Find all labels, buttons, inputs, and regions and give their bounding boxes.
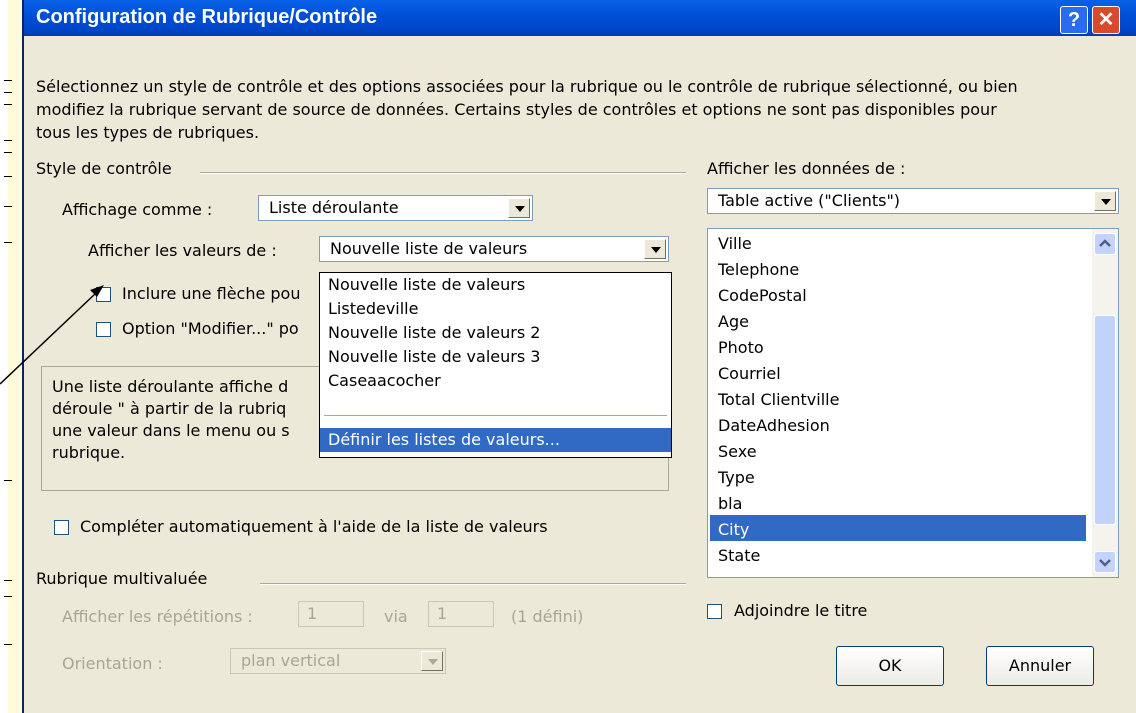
- field-list[interactable]: Ville Telephone CodePostal Age Photo Cou…: [707, 228, 1119, 578]
- define-value-lists-item[interactable]: Définir les listes de valeurs...: [328, 430, 560, 449]
- description-line-2: déroule " à partir de la rubriq: [52, 399, 287, 418]
- dropdown-item[interactable]: Nouvelle liste de valeurs 2: [328, 323, 540, 342]
- dropdown-item[interactable]: Listedeville: [328, 299, 418, 318]
- chevron-down-icon[interactable]: [508, 198, 530, 218]
- dropdown-item[interactable]: Caseaacocher: [328, 371, 441, 390]
- include-arrow-label: Inclure une flèche pou: [122, 284, 301, 303]
- dialog-window: Configuration de Rubrique/Contrôle ? ✕ S…: [22, 0, 1136, 713]
- chevron-down-icon: [421, 651, 443, 671]
- description-line-4: rubrique.: [52, 443, 126, 462]
- ruler-strip: [8, 0, 22, 713]
- repetitions-label: Afficher les répétitions :: [62, 607, 253, 626]
- list-item[interactable]: DateAdhesion: [718, 416, 830, 435]
- list-item[interactable]: Total Clientville: [718, 390, 839, 409]
- list-item[interactable]: Age: [718, 312, 749, 331]
- list-item[interactable]: CodePostal: [718, 286, 807, 305]
- multivalue-group-label: Rubrique multivaluée: [36, 569, 208, 588]
- field-selection-highlight: [710, 515, 1086, 541]
- list-item[interactable]: Courriel: [718, 364, 781, 383]
- defined-note: (1 défini): [511, 607, 584, 626]
- display-as-label: Affichage comme :: [62, 200, 213, 219]
- intro-line-3: tous les types de rubriques.: [36, 123, 260, 142]
- via-label: via: [384, 607, 408, 626]
- ok-button[interactable]: OK: [836, 646, 944, 686]
- list-item[interactable]: Telephone: [718, 260, 799, 279]
- orientation-select: plan vertical: [230, 648, 446, 674]
- title-bar[interactable]: Configuration de Rubrique/Contrôle ? ✕: [24, 0, 1136, 36]
- help-button[interactable]: ?: [1060, 6, 1088, 34]
- dropdown-item[interactable]: Nouvelle liste de valeurs: [328, 275, 525, 294]
- add-title-checkbox[interactable]: [707, 604, 722, 619]
- value-list-dropdown[interactable]: Nouvelle liste de valeurs Listedeville N…: [319, 272, 672, 458]
- description-line-3: une valeur dans le menu ou s: [52, 421, 290, 440]
- modify-option-checkbox[interactable]: [96, 322, 111, 337]
- modify-option-label: Option "Modifier..." po: [122, 319, 299, 338]
- list-item[interactable]: Photo: [718, 338, 764, 357]
- field-list-scrollbar[interactable]: [1092, 229, 1118, 577]
- scroll-down-icon[interactable]: [1094, 551, 1116, 573]
- dropdown-item[interactable]: Nouvelle liste de valeurs 3: [328, 347, 540, 366]
- orientation-value: plan vertical: [241, 651, 341, 670]
- list-item[interactable]: Sexe: [718, 442, 757, 461]
- add-title-label: Adjoindre le titre: [734, 601, 868, 620]
- scroll-up-icon[interactable]: [1094, 233, 1116, 255]
- intro-line-1: Sélectionnez un style de contrôle et des…: [36, 77, 1018, 96]
- display-as-value: Liste déroulante: [269, 198, 399, 217]
- display-as-select[interactable]: Liste déroulante: [258, 195, 533, 221]
- repetitions-from-value: 1: [307, 604, 318, 623]
- list-item[interactable]: bla: [718, 494, 742, 513]
- data-source-label: Afficher les données de :: [707, 159, 906, 178]
- close-button[interactable]: ✕: [1092, 6, 1120, 34]
- repetitions-from-field: 1: [298, 601, 364, 627]
- multivalue-divider: [260, 583, 686, 585]
- scrollbar-thumb[interactable]: [1094, 315, 1116, 525]
- control-style-group-label: Style de contrôle: [36, 159, 172, 178]
- description-line-1: Une liste déroulante affiche d: [52, 377, 289, 396]
- dialog-title: Configuration de Rubrique/Contrôle: [36, 6, 378, 28]
- list-item[interactable]: State: [718, 546, 760, 565]
- autocomplete-label: Compléter automatiquement à l'aide de la…: [80, 517, 548, 536]
- chevron-down-icon[interactable]: [1094, 191, 1116, 211]
- table-select[interactable]: Table active ("Clients"): [707, 188, 1119, 214]
- repetitions-to-field: 1: [428, 601, 494, 627]
- list-item[interactable]: Type: [718, 468, 755, 487]
- repetitions-to-value: 1: [437, 604, 448, 623]
- table-value: Table active ("Clients"): [718, 191, 901, 210]
- intro-line-2: modifiez la rubrique servant de source d…: [36, 100, 997, 119]
- include-arrow-checkbox[interactable]: [96, 287, 111, 302]
- chevron-down-icon[interactable]: [644, 239, 666, 259]
- orientation-label: Orientation :: [62, 654, 163, 673]
- cancel-button[interactable]: Annuler: [986, 646, 1094, 686]
- values-from-value: Nouvelle liste de valeurs: [330, 239, 528, 258]
- dropdown-separator: [324, 415, 667, 416]
- values-from-select[interactable]: Nouvelle liste de valeurs: [319, 236, 669, 262]
- list-item-selected[interactable]: City: [718, 520, 749, 539]
- list-item[interactable]: Ville: [718, 234, 752, 253]
- control-style-divider: [200, 172, 686, 174]
- background-ruler: [0, 0, 22, 713]
- autocomplete-checkbox[interactable]: [54, 520, 69, 535]
- values-from-label: Afficher les valeurs de :: [88, 241, 277, 260]
